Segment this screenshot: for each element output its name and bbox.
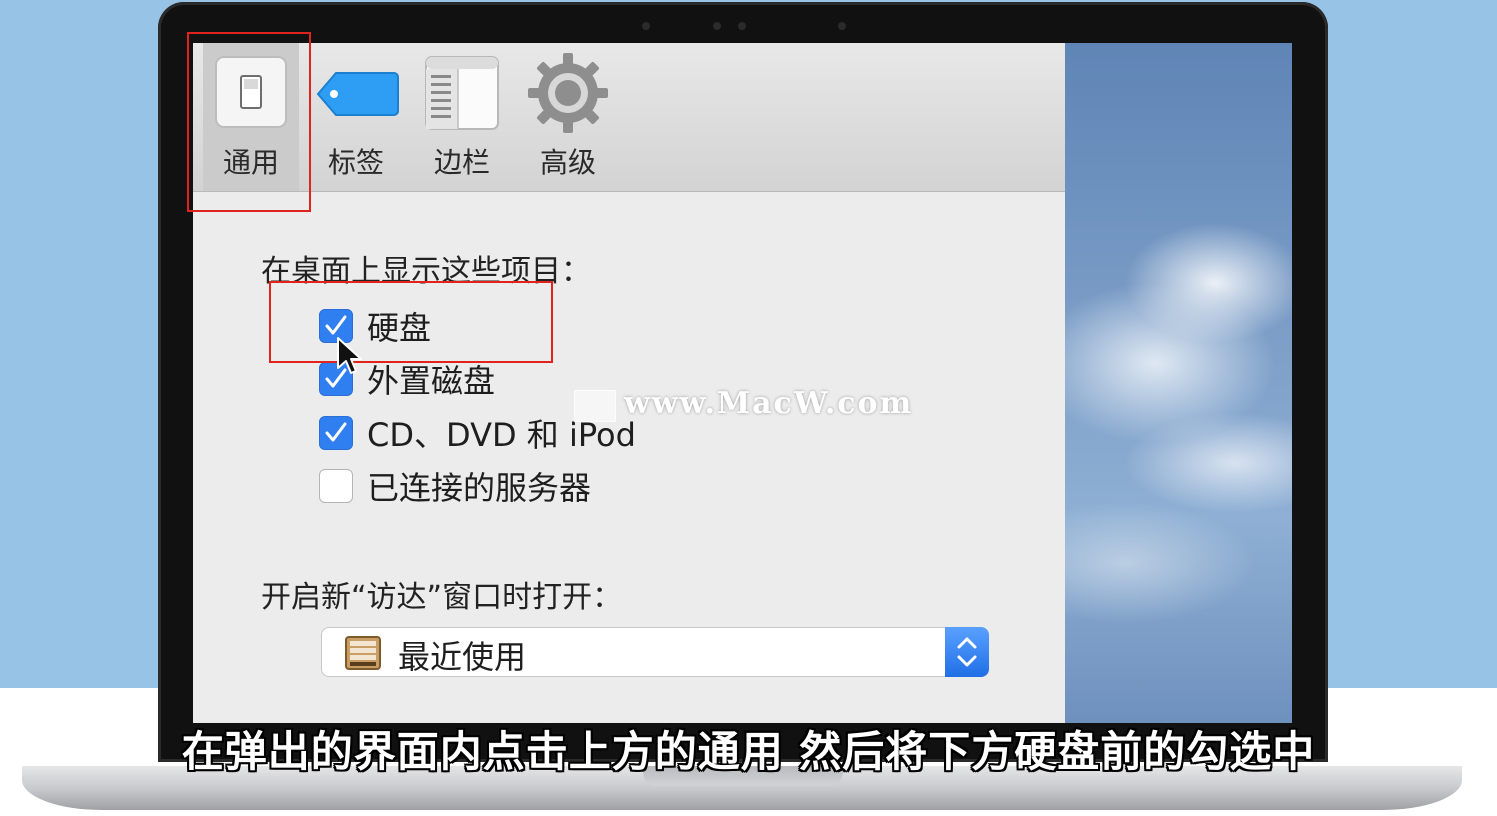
new-window-title: 开启新“访达”窗口时打开： xyxy=(261,580,623,615)
video-subtitle: 在弹出的界面内点击上方的通用 然后将下方硬盘前的勾选中 xyxy=(181,727,1316,776)
desktop-wallpaper xyxy=(1065,43,1292,723)
mouse-cursor-icon xyxy=(337,337,362,374)
new-window-popup[interactable]: 最近使用 xyxy=(321,627,989,677)
highlight-general-tab xyxy=(187,32,311,212)
recents-icon xyxy=(345,636,381,670)
camera-dot xyxy=(838,22,846,30)
general-panel: 在桌面上显示这些项目： 硬盘 外置磁盘 CD、DVD 和 iPod 已连接的服务… xyxy=(193,192,1065,723)
camera-dot xyxy=(642,22,650,30)
camera-dot xyxy=(738,22,746,30)
cd-dvd-ipod-checkbox[interactable] xyxy=(319,416,353,450)
gear-icon xyxy=(528,53,608,133)
chevron-up-down-icon xyxy=(957,637,977,667)
popup-stepper[interactable] xyxy=(945,627,989,677)
tab-advanced[interactable]: 高级 xyxy=(520,43,616,191)
tab-sidebar[interactable]: 边栏 xyxy=(414,43,510,191)
tab-tags[interactable]: 标签 xyxy=(308,43,404,191)
preferences-toolbar: 通用 标签 边栏 高级 xyxy=(193,43,1065,192)
watermark-logo xyxy=(574,390,616,422)
new-window-popup-value: 最近使用 xyxy=(398,638,527,676)
camera-dot xyxy=(713,22,721,30)
sidebar-icon xyxy=(425,56,499,130)
connected-servers-label: 已连接的服务器 xyxy=(367,469,592,507)
tab-sidebar-label: 边栏 xyxy=(433,146,490,179)
highlight-hard-disks xyxy=(269,281,553,363)
connected-servers-checkbox[interactable] xyxy=(319,469,353,503)
tag-icon xyxy=(316,72,399,116)
checkmark-icon xyxy=(325,422,347,442)
tab-advanced-label: 高级 xyxy=(539,146,596,179)
screen: 通用 标签 边栏 高级 在桌面上显示这些项目： 硬盘 外置磁盘 CD、DVD 和… xyxy=(193,43,1292,723)
tab-tags-label: 标签 xyxy=(327,146,384,179)
watermark-text: www.MacW.com xyxy=(624,386,914,421)
